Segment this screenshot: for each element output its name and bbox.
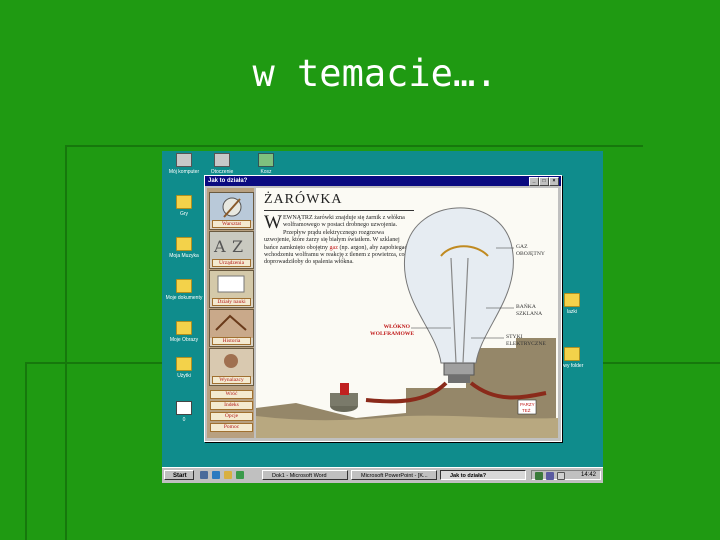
nav-tile-workshop[interactable]: Warsztat: [209, 192, 254, 230]
desktop-icon-label: Gry: [179, 211, 189, 217]
history-icon: [210, 310, 253, 338]
tray-icon[interactable]: [546, 472, 554, 480]
desktop-icon-games[interactable]: Gry: [162, 195, 206, 217]
taskbar-task-jak-to-dziala[interactable]: Jak to działa?: [440, 470, 526, 480]
index-button[interactable]: Indeks: [210, 401, 253, 410]
sign-text: PARZY: [520, 402, 535, 407]
help-button[interactable]: Pomoc: [210, 423, 253, 432]
desktop-icon-network[interactable]: Otoczenie: [200, 153, 244, 175]
screenshot-desktop: Mój komputer Otoczenie Kosz Gry Moja Muz…: [162, 151, 603, 483]
desktop-icon-label: Moje dokumenty: [165, 295, 203, 301]
nav-tile-label: Urządzenia: [212, 259, 251, 267]
callout-line: WOLFRAMOWE: [370, 330, 415, 337]
task-label: Dok1 - Microsoft Word: [272, 473, 327, 479]
nav-tile-science[interactable]: Działy nauki: [209, 270, 254, 308]
desktop-icon-my-music[interactable]: Moja Muzyka: [162, 237, 206, 259]
document-icon: [176, 401, 192, 415]
nav-tile-history[interactable]: Historia: [209, 309, 254, 347]
clock: 14:42: [580, 472, 596, 478]
close-button[interactable]: ×: [549, 177, 559, 186]
desktop-icon-document[interactable]: 0: [162, 401, 206, 423]
science-icon: [210, 271, 253, 299]
nav-tile-label: Historia: [212, 337, 251, 345]
svg-text:Z: Z: [232, 237, 243, 256]
callout-contacts[interactable]: STYKI ELEKTRYCZNE: [506, 334, 546, 347]
nav-tile-label: Wynalazcy: [212, 376, 251, 384]
computer-icon: [176, 153, 192, 167]
desktop-icon-utilities[interactable]: Użytki: [162, 357, 206, 379]
slide-decoration-line: [25, 362, 165, 364]
desktop-icon-my-pictures[interactable]: Moje Obrazy: [162, 321, 206, 343]
window-title: Jak to działa?: [208, 178, 248, 184]
app-window: Jak to działa? _ □ × Warsztat A Z Urządz…: [204, 175, 562, 442]
taskbar: Start Dok1 - Microsoft Word Microsoft Po…: [162, 467, 603, 483]
start-label: Start: [173, 473, 187, 479]
desktop-icon-label: Mój komputer: [168, 169, 200, 175]
folder-icon: [176, 279, 192, 293]
article-page: ŻARÓWKA W EWNĄTRZ żarówki znajduje się ża…: [256, 188, 558, 438]
folder-icon: [176, 195, 192, 209]
workshop-icon: [210, 193, 253, 221]
inventors-icon: [210, 349, 253, 377]
taskbar-task-powerpoint[interactable]: Microsoft PowerPoint - [K...: [351, 470, 437, 480]
slide-decoration-line: [65, 145, 67, 540]
sign-text: TEŻ: [522, 407, 531, 413]
minimize-button[interactable]: _: [529, 177, 539, 186]
desktop-icon-label: 0: [182, 417, 186, 423]
callout-bulb[interactable]: BAŃKA SZKLANA: [516, 304, 542, 317]
callout-line: SZKLANA: [516, 310, 543, 317]
folder-icon: [176, 321, 192, 335]
desktop-icon-recycle-bin[interactable]: Kosz: [244, 153, 288, 175]
nav-sidebar: Warsztat A Z Urządzenia Działy nauki His…: [207, 188, 254, 438]
folder-icon: [564, 293, 580, 307]
desktop-icon-label: Moja Muzyka: [169, 253, 199, 259]
nav-tile-label: Warsztat: [212, 220, 251, 228]
light-bulb-illustration: PARZY TEŻ: [256, 207, 558, 438]
svg-text:A: A: [213, 237, 226, 256]
slide-decoration-line: [25, 362, 27, 540]
desktop-icon-label: Użytki: [177, 373, 191, 379]
maximize-button[interactable]: □: [539, 177, 549, 186]
mail-quicklaunch-icon[interactable]: [224, 471, 232, 479]
taskbar-task-word[interactable]: Dok1 - Microsoft Word: [262, 470, 348, 480]
callout-filament[interactable]: WŁÓKNO WOLFRAMOWE: [370, 324, 415, 337]
task-label: Jak to działa?: [450, 473, 487, 479]
callout-gas[interactable]: GAZ OBOJĘTNY: [516, 244, 545, 257]
folder-icon: [564, 347, 580, 361]
callout-line: OBOJĘTNY: [516, 250, 545, 257]
recycle-bin-icon: [258, 153, 274, 167]
media-quicklaunch-icon[interactable]: [236, 471, 244, 479]
slide-decoration-line: [65, 145, 643, 147]
options-button[interactable]: Opcje: [210, 412, 253, 421]
desktop-icon-label: owy folder: [560, 363, 584, 369]
devices-icon: A Z: [210, 232, 253, 260]
network-icon: [214, 153, 230, 167]
nav-tile-inventors[interactable]: Wynalazcy: [209, 348, 254, 386]
desktop-quicklaunch-icon[interactable]: [200, 471, 208, 479]
folder-icon: [176, 237, 192, 251]
nav-tile-label: Działy nauki: [212, 298, 251, 306]
callout-line: ELEKTRYCZNE: [506, 340, 546, 347]
nav-tile-devices[interactable]: A Z Urządzenia: [209, 231, 254, 269]
folder-icon: [176, 357, 192, 371]
volume-icon[interactable]: [557, 472, 565, 480]
window-titlebar[interactable]: Jak to działa? _ □ ×: [205, 176, 561, 186]
desktop-icon-my-documents[interactable]: Moje dokumenty: [162, 279, 206, 301]
desktop-icon-label: lazki: [566, 309, 577, 315]
system-tray: 14:42: [531, 470, 601, 480]
back-button[interactable]: Wróć: [210, 390, 253, 399]
slide-title: w temacie….: [252, 52, 498, 95]
slide-decoration-line: [603, 362, 720, 364]
start-button[interactable]: Start: [164, 470, 194, 480]
browser-quicklaunch-icon[interactable]: [212, 471, 220, 479]
task-label: Microsoft PowerPoint - [K...: [361, 473, 428, 479]
desktop-icon-label: Moje Obrazy: [169, 337, 199, 343]
tray-icon[interactable]: [535, 472, 543, 480]
